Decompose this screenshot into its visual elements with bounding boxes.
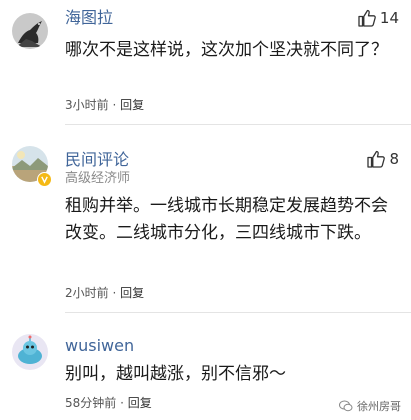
- like-count: 8: [389, 150, 399, 168]
- comment-content: 别叫，越叫越涨，别不信邪～: [65, 364, 286, 384]
- watermark-text: 徐州房哥: [357, 400, 401, 413]
- comment-meta: 2小时前 · 回复: [65, 285, 144, 301]
- wechat-logo-icon: [339, 400, 353, 412]
- robot-avatar-icon: [12, 334, 48, 370]
- reply-button[interactable]: 回复: [128, 396, 152, 410]
- comment-meta: 58分钟前 · 回复: [65, 395, 152, 411]
- divider: [65, 124, 411, 125]
- comment-time: 2小时前: [65, 286, 109, 300]
- meta-separator: ·: [112, 98, 117, 112]
- divider: [65, 312, 411, 313]
- watermark: 徐州房哥: [339, 398, 401, 414]
- username[interactable]: wusiwen: [65, 336, 134, 356]
- username[interactable]: 海图拉: [65, 8, 113, 28]
- meta-separator: ·: [112, 286, 117, 300]
- comment-meta: 3小时前 · 回复: [65, 97, 144, 113]
- crow-avatar-icon: [12, 13, 48, 49]
- avatar[interactable]: [12, 334, 48, 370]
- like-button[interactable]: 8: [366, 148, 399, 170]
- avatar[interactable]: [12, 13, 48, 49]
- comment-content: 租购并举。一线城市长期稳定发展趋势不会改变。二线城市分化，三四线城市下跌。: [65, 196, 388, 243]
- thumbs-up-icon: [367, 150, 386, 168]
- like-count: 14: [379, 9, 399, 27]
- verified-badge-icon: [37, 172, 52, 187]
- comment-time: 58分钟前: [65, 396, 117, 410]
- username[interactable]: 民间评论: [65, 150, 129, 170]
- thumbs-up-icon: [358, 9, 376, 27]
- reply-button[interactable]: 回复: [120, 286, 144, 300]
- comment-content: 哪次不是这样说，这次加个坚决就不同了？: [65, 40, 388, 60]
- user-title: 高级经济师: [65, 171, 131, 186]
- comment-time: 3小时前: [65, 98, 109, 112]
- like-button[interactable]: 14: [357, 7, 399, 29]
- meta-separator: ·: [120, 396, 124, 410]
- reply-button[interactable]: 回复: [120, 98, 144, 112]
